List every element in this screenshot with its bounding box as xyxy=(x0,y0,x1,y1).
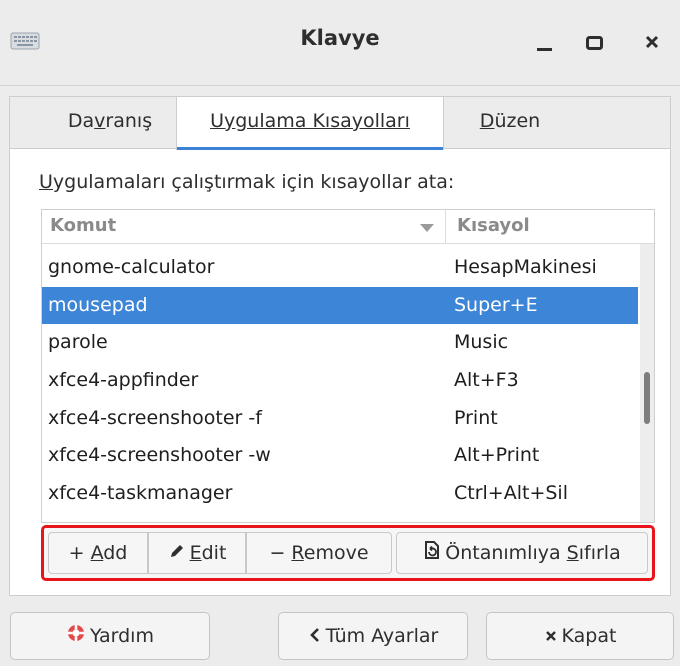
table-row[interactable]: gnome-calculator HesapMakinesi xyxy=(42,249,638,287)
help-label: Yardım xyxy=(90,625,154,647)
description-mnemonic: U xyxy=(39,171,53,193)
lifebuoy-icon xyxy=(66,614,86,660)
minus-icon: − xyxy=(269,542,286,564)
reset-to-defaults-button[interactable]: Öntanımlıya Sıfırla xyxy=(396,532,648,574)
document-revert-icon xyxy=(423,534,441,574)
add-button[interactable]: + Add xyxy=(48,532,148,574)
add-mnemonic: A xyxy=(90,542,104,564)
table-row[interactable]: xfce4-appfinder Alt+F3 xyxy=(42,362,638,400)
maximize-button[interactable] xyxy=(578,26,612,60)
remove-mnemonic: R xyxy=(291,542,304,564)
description-text: ygulamaları çalıştırmak için kısayollar … xyxy=(52,171,455,193)
tab-behavior-label-rest: ranış xyxy=(105,110,153,132)
all-settings-label: Tüm Ayarlar xyxy=(325,625,439,647)
tab-behavior-label: Da xyxy=(67,110,95,132)
command-cell: xfce4-screenshooter -f xyxy=(48,406,262,429)
reset-label-rest: ıfırla xyxy=(578,542,621,564)
tab-layout[interactable]: Düzen xyxy=(450,97,570,149)
command-cell: mousepad xyxy=(48,293,148,316)
command-cell: xfce4-screenshooter -w xyxy=(48,444,271,467)
sort-down-icon xyxy=(420,224,434,232)
tab-behavior[interactable]: Davranış xyxy=(50,97,170,149)
remove-button[interactable]: − Remove xyxy=(246,532,392,574)
shortcut-cell: HesapMakinesi xyxy=(454,256,597,278)
table-row-selected[interactable]: mousepad Super+E xyxy=(42,286,638,325)
close-button[interactable]: Kapat xyxy=(486,612,674,660)
remove-label: emove xyxy=(303,542,369,564)
close-window-button[interactable] xyxy=(636,26,670,60)
table-header: Komut Kısayol xyxy=(42,210,654,244)
shortcut-cell: Super+E xyxy=(454,293,538,316)
command-cell: xfce4-taskmanager xyxy=(48,482,233,505)
tab-bar: Davranış Uygulama Kısayolları Düzen xyxy=(10,97,670,150)
reset-mnemonic: S xyxy=(566,542,579,564)
table-row[interactable]: xfce4-screenshooter -f Print xyxy=(42,400,638,438)
shortcut-cell: Music xyxy=(454,331,509,354)
reset-label: Öntanımlıya xyxy=(445,542,567,564)
shortcut-cell: Ctrl+Alt+Sil xyxy=(454,482,568,505)
shortcut-cell: Alt+Print xyxy=(454,444,540,467)
help-button[interactable]: Yardım xyxy=(10,612,210,660)
tab-layout-label: üzen xyxy=(494,110,541,132)
scrollbar-thumb[interactable] xyxy=(644,372,650,424)
tab-shortcuts-mnemonic: U xyxy=(210,110,224,132)
table-row[interactable]: xfce4-screenshooter -w Alt+Print xyxy=(42,437,638,475)
table-body: gnome-calculator HesapMakinesi mousepad Su… xyxy=(42,244,638,513)
minimize-button[interactable] xyxy=(528,26,562,60)
command-cell: parole xyxy=(48,331,108,354)
tab-layout-mnemonic: D xyxy=(479,110,495,132)
close-label: Kapat xyxy=(561,625,617,647)
column-header-shortcut[interactable]: Kısayol xyxy=(447,210,637,244)
pencil-icon xyxy=(168,534,186,574)
plus-icon: + xyxy=(68,542,85,564)
column-header-command[interactable]: Komut xyxy=(42,210,446,244)
all-settings-button[interactable]: Tüm Ayarlar xyxy=(278,612,468,660)
edit-mnemonic: E xyxy=(189,542,202,564)
action-button-row: + Add Edit − Remove Öntanımlıya Sıfırla xyxy=(41,525,655,581)
edit-label: dit xyxy=(201,542,227,564)
command-cell: gnome-calculator xyxy=(48,256,215,278)
tab-shortcuts-label: ygulama Kısayolları xyxy=(224,110,410,132)
table-row[interactable]: parole Music xyxy=(42,324,638,362)
table-row[interactable]: xfce4-taskmanager Ctrl+Alt+Sil xyxy=(42,475,638,513)
column-header-command-label: Komut xyxy=(50,215,117,236)
edit-button[interactable]: Edit xyxy=(148,532,246,574)
main-panel: Davranış Uygulama Kısayolları Düzen Uygu… xyxy=(9,96,671,596)
description-label: Uygulamaları çalıştırmak için kısayollar… xyxy=(39,171,454,193)
chevron-left-icon xyxy=(308,614,322,660)
command-cell: xfce4-appfinder xyxy=(48,369,199,392)
column-header-shortcut-label: Kısayol xyxy=(457,215,530,236)
vertical-scrollbar[interactable] xyxy=(640,244,654,522)
shortcut-cell: Alt+F3 xyxy=(454,369,519,392)
close-icon xyxy=(544,614,558,660)
title-bar[interactable]: Klavye xyxy=(0,0,680,86)
shortcuts-table[interactable]: Komut Kısayol gnome-calculator HesapMakin… xyxy=(41,209,655,523)
add-label: dd xyxy=(103,542,128,564)
tab-application-shortcuts[interactable]: Uygulama Kısayolları xyxy=(176,97,444,150)
keyboard-settings-window: Klavye Davranış Uygulama Kısayolları Düz… xyxy=(0,0,680,666)
tab-behavior-mnemonic: v xyxy=(94,110,106,132)
shortcut-cell: Print xyxy=(454,406,498,429)
